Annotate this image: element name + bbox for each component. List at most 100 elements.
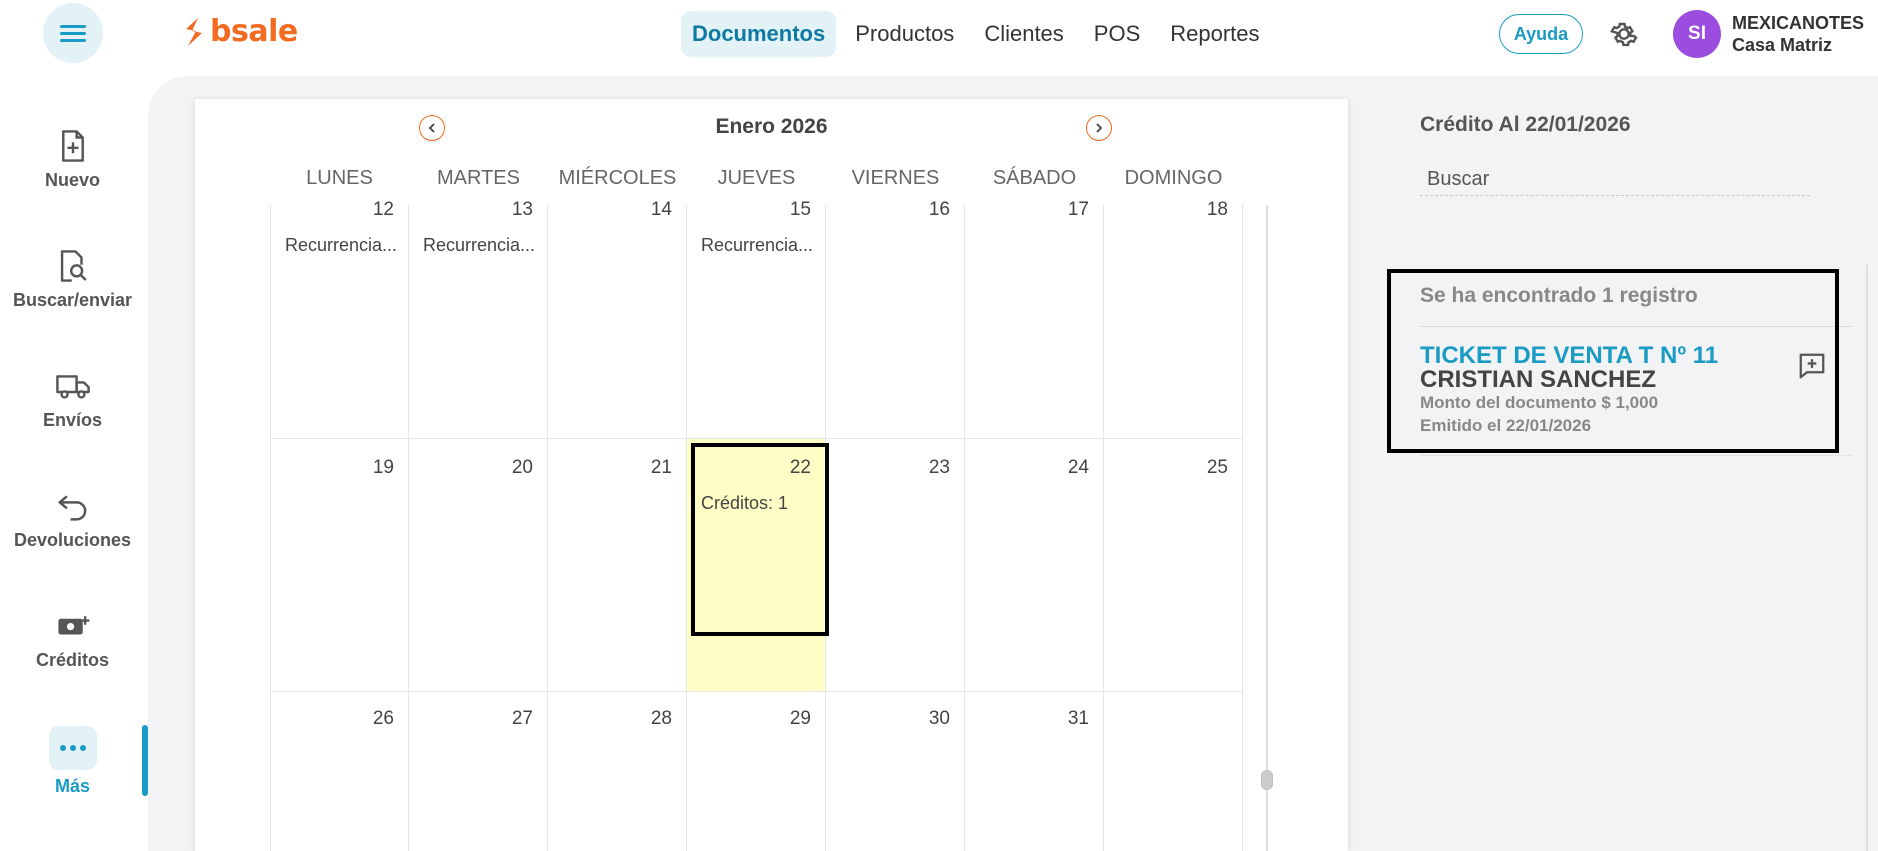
weekday-header: JUEVES [717, 167, 796, 189]
credit-panel-title: Crédito Al 22/01/2026 [1420, 113, 1631, 136]
calendar-day-cell[interactable]: 26 [270, 692, 409, 851]
calendar-day-cell[interactable]: 28 [548, 692, 687, 851]
day-number: 16 [928, 199, 950, 220]
day-number: 21 [650, 457, 672, 478]
main-nav: Documentos Productos Clientes POS Report… [681, 10, 1279, 58]
day-number: 12 [372, 199, 394, 220]
search-document-icon [55, 248, 91, 284]
calendar-event[interactable]: Recurrencia... [423, 235, 543, 256]
calendar-day-cell[interactable]: 30 [826, 692, 965, 851]
nav-reportes[interactable]: Reportes [1159, 11, 1270, 57]
calendar-day-cell[interactable]: 29 [687, 692, 826, 851]
more-dots-icon [48, 726, 97, 770]
day-number: 26 [372, 708, 394, 729]
calendar-prev-button[interactable] [419, 115, 445, 141]
sidebar-item-label: Envíos [42, 410, 103, 430]
truck-icon [55, 368, 91, 404]
company-info[interactable]: MEXICANOTES Casa Matriz [1732, 12, 1864, 56]
weekday-header: MARTES [437, 167, 520, 189]
sidebar-item-nuevo[interactable]: Nuevo [0, 128, 145, 191]
day-number: 22 [789, 457, 811, 478]
nav-productos[interactable]: Productos [844, 11, 965, 57]
day-number: 13 [511, 199, 533, 220]
calendar-month-label: Enero 2026 [715, 115, 828, 138]
calendar-next-button[interactable] [1086, 115, 1112, 141]
calendar-day-cell[interactable]: 25 [1104, 439, 1243, 692]
result-client-name: CRISTIAN SANCHEZ [1420, 366, 1657, 393]
calendar-event[interactable]: Recurrencia... [701, 235, 821, 256]
calendar-event[interactable]: Recurrencia... [285, 235, 405, 256]
calendar-grid: 12 Recurrencia... 13 Recurrencia... 14 1… [270, 199, 1243, 851]
sidebar-item-label: Créditos [35, 650, 109, 670]
branch-name: Casa Matriz [1732, 35, 1833, 55]
calendar-day-cell[interactable]: 31 [965, 692, 1104, 851]
calendar-scrollbar-thumb[interactable] [1261, 770, 1273, 790]
hamburger-menu-button[interactable] [43, 3, 103, 63]
sidebar-item-label: Más [54, 776, 90, 796]
weekday-header: SÁBADO [992, 167, 1077, 189]
calendar-day-cell[interactable]: 16 [826, 199, 965, 439]
calendar-day-cell[interactable]: 12 Recurrencia... [270, 199, 409, 439]
day-number: 30 [928, 708, 950, 729]
weekday-header: LUNES [306, 167, 373, 189]
calendar-day-cell[interactable]: 21 [548, 439, 687, 692]
hamburger-icon [60, 21, 86, 46]
calendar-scrollbar-track[interactable] [1266, 205, 1268, 851]
bsale-logo[interactable]: bsale [182, 14, 298, 49]
day-number: 23 [928, 457, 950, 478]
add-comment-icon[interactable] [1797, 351, 1827, 381]
company-name: MEXICANOTES [1732, 13, 1865, 33]
chevron-right-icon [1096, 123, 1103, 133]
day-number: 28 [650, 708, 672, 729]
calendar-event-creditos[interactable]: Créditos: 1 [701, 493, 821, 514]
divider [1420, 326, 1852, 327]
day-number: 24 [1067, 457, 1089, 478]
return-arrow-icon [55, 488, 91, 524]
sidebar-item-label: Buscar/enviar [12, 290, 133, 310]
sidebar-item-mas[interactable]: Más [0, 726, 145, 797]
search-input[interactable] [1420, 164, 1810, 196]
gear-icon[interactable] [1608, 18, 1640, 50]
day-number: 15 [789, 199, 811, 220]
calendar-day-cell[interactable]: 27 [409, 692, 548, 851]
day-number: 17 [1067, 199, 1089, 220]
sidebar: Nuevo Buscar/enviar Envíos Devoluciones … [0, 66, 148, 851]
chevron-left-icon [428, 123, 435, 133]
bsale-logo-icon [186, 17, 202, 46]
calendar-day-cell[interactable]: 14 [548, 199, 687, 439]
sidebar-item-envios[interactable]: Envíos [0, 368, 145, 431]
day-number: 19 [372, 457, 394, 478]
sidebar-item-devoluciones[interactable]: Devoluciones [0, 488, 145, 551]
weekday-header: VIERNES [851, 167, 940, 189]
sidebar-item-creditos[interactable]: Créditos [0, 608, 145, 671]
sidebar-item-label: Nuevo [44, 170, 100, 190]
calendar-day-cell[interactable]: 17 [965, 199, 1104, 439]
day-number: 27 [511, 708, 533, 729]
calendar-day-cell[interactable]: 15 Recurrencia... [687, 199, 826, 439]
calendar-day-cell-selected[interactable]: 22 Créditos: 1 [687, 439, 826, 692]
nav-clientes[interactable]: Clientes [973, 11, 1074, 57]
logo-text: bsale [210, 14, 298, 49]
calendar-day-cell[interactable] [1104, 692, 1243, 851]
calendar-day-cell[interactable]: 19 [270, 439, 409, 692]
results-scrollbar[interactable] [1866, 265, 1868, 851]
day-number: 14 [650, 199, 672, 220]
calendar-day-cell[interactable]: 20 [409, 439, 548, 692]
calendar-day-cell[interactable]: 18 [1104, 199, 1243, 439]
results-count: Se ha encontrado 1 registro [1420, 284, 1698, 307]
help-button[interactable]: Ayuda [1499, 14, 1583, 54]
user-avatar[interactable]: SI [1673, 10, 1721, 58]
sidebar-item-buscar-enviar[interactable]: Buscar/enviar [0, 248, 145, 311]
divider [1420, 455, 1852, 456]
day-number: 20 [511, 457, 533, 478]
calendar-day-cell[interactable]: 13 Recurrencia... [409, 199, 548, 439]
nav-documentos[interactable]: Documentos [681, 11, 837, 57]
day-number: 25 [1206, 457, 1228, 478]
calendar-day-cell[interactable]: 23 [826, 439, 965, 692]
day-number: 18 [1206, 199, 1228, 220]
nav-pos[interactable]: POS [1083, 11, 1151, 57]
new-document-icon [55, 128, 91, 164]
top-bar: bsale Documentos Productos Clientes POS … [0, 0, 1878, 66]
sidebar-item-label: Devoluciones [13, 530, 132, 550]
calendar-day-cell[interactable]: 24 [965, 439, 1104, 692]
